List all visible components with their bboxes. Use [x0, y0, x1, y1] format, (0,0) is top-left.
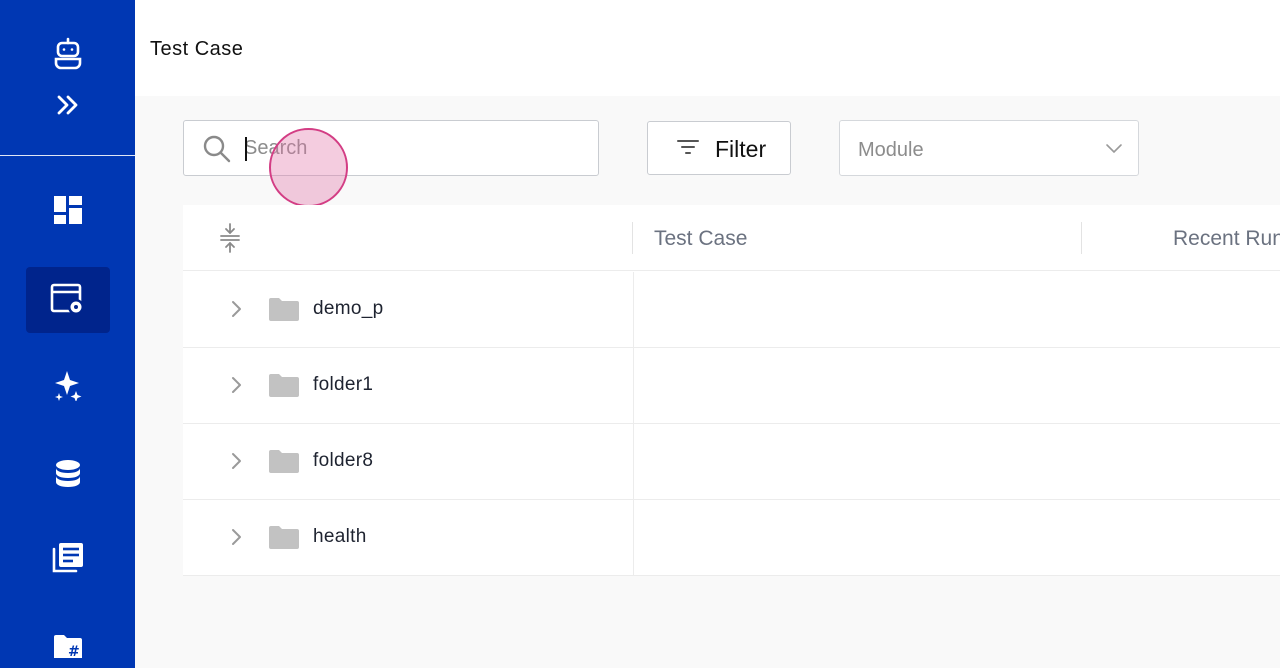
search-box[interactable]: [183, 120, 599, 176]
test-case-icon[interactable]: [0, 282, 135, 318]
bot-icon[interactable]: [0, 36, 135, 72]
folder-icon: [269, 525, 299, 554]
row-divider: [633, 272, 634, 348]
filter-label: Filter: [715, 136, 767, 162]
click-indicator: [269, 128, 348, 207]
row-name[interactable]: health: [313, 526, 367, 548]
hash-folder-icon[interactable]: #: [0, 632, 135, 662]
row-divider: [633, 500, 634, 576]
row-name[interactable]: demo_p: [313, 298, 383, 320]
dashboard-icon[interactable]: [0, 193, 135, 227]
row-name[interactable]: folder8: [313, 450, 373, 472]
table-row[interactable]: folder1: [183, 348, 1280, 424]
sidebar-divider: [0, 155, 135, 156]
table-row[interactable]: folder8: [183, 424, 1280, 500]
svg-text:#: #: [68, 644, 80, 660]
row-divider: [633, 348, 634, 424]
column-header-recent-run[interactable]: Recent Run: [1173, 227, 1280, 251]
folder-icon: [269, 297, 299, 326]
table-row[interactable]: health: [183, 500, 1280, 576]
column-header-test-case[interactable]: Test Case: [654, 227, 747, 251]
column-separator[interactable]: [1081, 222, 1082, 254]
text-caret: [245, 137, 247, 161]
module-select[interactable]: Module: [839, 120, 1139, 176]
sparkle-icon[interactable]: [0, 368, 135, 402]
chevron-right-icon[interactable]: [229, 527, 243, 552]
row-divider: [633, 424, 634, 500]
column-separator[interactable]: [632, 222, 633, 254]
database-icon[interactable]: [0, 457, 135, 491]
table-header: Test Case Recent Run: [183, 205, 1280, 271]
chevron-down-icon: [1105, 141, 1123, 160]
folder-icon: [269, 449, 299, 478]
chevron-right-icon[interactable]: [229, 375, 243, 400]
row-name[interactable]: folder1: [313, 374, 373, 396]
sidebar: #: [0, 0, 135, 668]
search-icon: [202, 134, 232, 169]
table-row[interactable]: demo_p: [183, 272, 1280, 348]
collapse-all-icon[interactable]: [219, 223, 241, 258]
page-title: Test Case: [150, 38, 244, 60]
expand-icon[interactable]: [0, 92, 135, 118]
top-bar: [135, 0, 1280, 96]
folder-icon: [269, 373, 299, 402]
filter-icon: [676, 137, 700, 164]
test-case-table: Test Case Recent Run demo_p folder1 fold…: [183, 205, 1280, 576]
chevron-right-icon[interactable]: [229, 451, 243, 476]
filter-button[interactable]: Filter: [647, 121, 791, 175]
chevron-right-icon[interactable]: [229, 299, 243, 324]
reports-icon[interactable]: [0, 540, 135, 576]
module-placeholder: Module: [858, 139, 924, 161]
